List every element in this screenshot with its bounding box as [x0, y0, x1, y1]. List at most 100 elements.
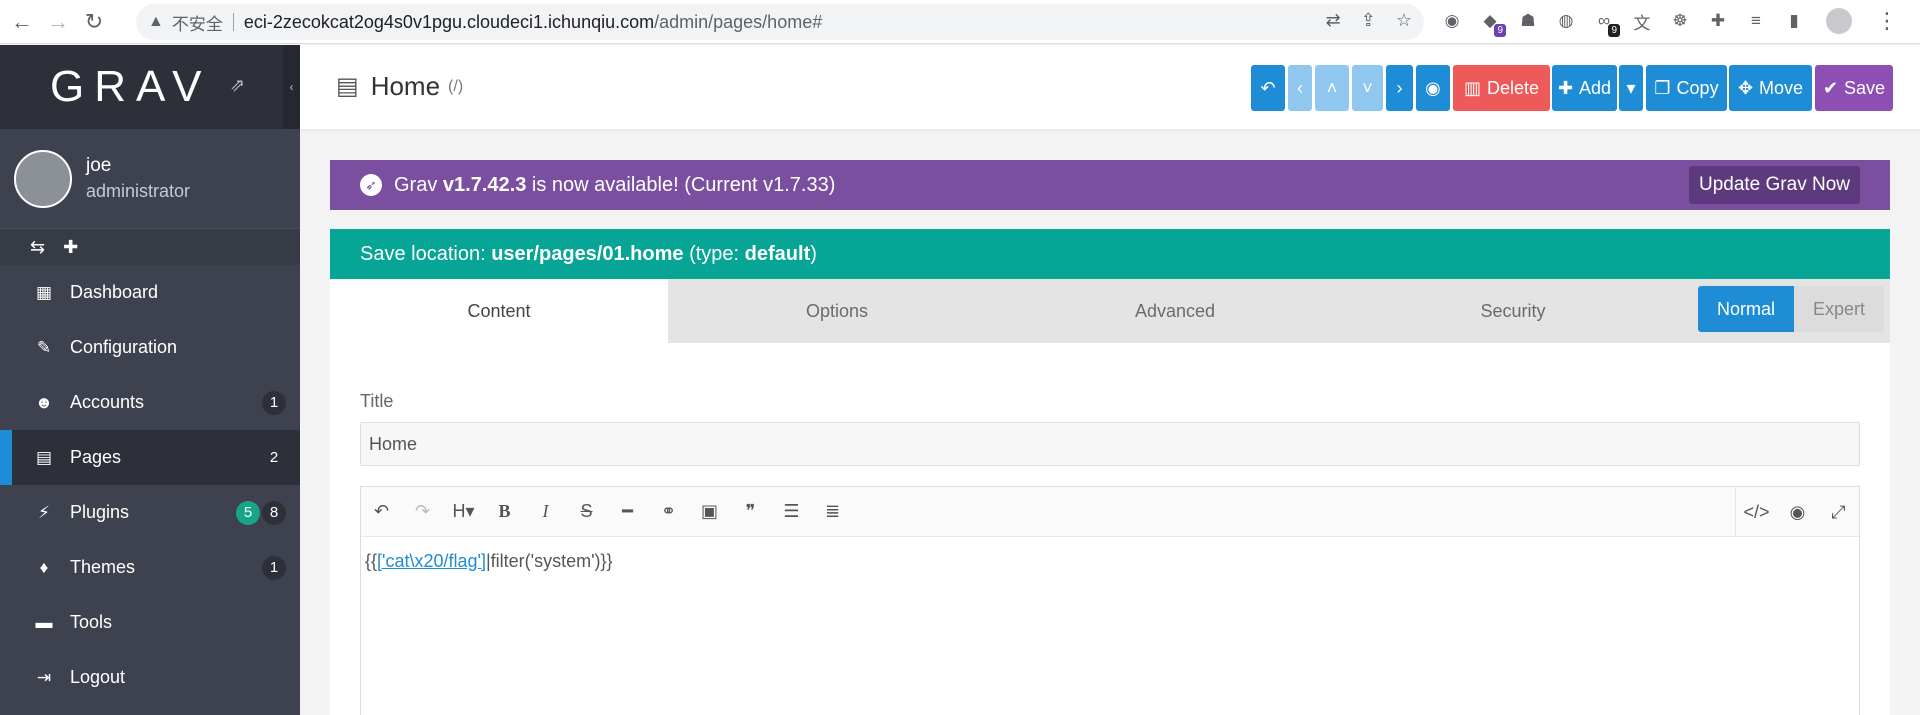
page-tabs: Content Options Advanced Security [330, 279, 1890, 343]
external-link-icon[interactable]: ⇗ [230, 75, 245, 96]
unordered-list-icon[interactable]: ☰ [771, 501, 812, 522]
grav-logo[interactable]: GRAV [50, 62, 211, 112]
editor-link[interactable]: ['cat\x20/flag'] [377, 551, 486, 571]
user-name: joe [86, 155, 112, 176]
back-icon[interactable]: ← [8, 8, 36, 36]
next-page-button[interactable]: › [1386, 65, 1413, 111]
plug-icon: ⚡ [38, 502, 50, 522]
redo-icon[interactable]: ↷ [402, 501, 443, 522]
code-icon[interactable]: </> [1736, 502, 1777, 523]
menu-icon[interactable]: ⋮ [1876, 8, 1898, 34]
update-suffix: is now available! (Current v1.7.33) [531, 173, 836, 196]
strikethrough-icon[interactable]: S [566, 501, 607, 522]
quick-actions: ⇆ ✚ [0, 229, 300, 265]
quote-icon[interactable]: ❞ [730, 501, 771, 522]
update-grav-button[interactable]: Update Grav Now [1688, 166, 1860, 204]
chevron-down-icon: ˅ [1362, 77, 1373, 98]
puzzle-icon[interactable]: ✚ [1706, 9, 1730, 33]
title-input[interactable]: Home [360, 422, 1860, 466]
star-icon[interactable]: ☆ [1396, 10, 1412, 31]
extension-link-icon[interactable]: ∞ 9 [1592, 9, 1620, 37]
sidebar-item-accounts[interactable]: ☻ Accounts 1 [0, 375, 300, 430]
translate-icon[interactable]: ⇄ [1326, 10, 1341, 31]
globe-icon[interactable]: ◉ [1440, 9, 1464, 33]
tab-security[interactable]: Security [1344, 279, 1682, 343]
insecure-label: 不安全 [171, 14, 223, 34]
sidebar-item-label: Logout [70, 667, 126, 687]
move-down-button[interactable]: ˅ [1352, 65, 1383, 111]
omnibox-icons: ⇄ ⇪ ☆ [1326, 10, 1412, 31]
collapse-sidebar-icon[interactable]: ‹ [283, 45, 300, 129]
sidebar-item-label: Accounts [70, 392, 145, 412]
rocket-icon: ➶ [360, 174, 382, 196]
markdown-editor[interactable]: ↶ ↷ H▾ B I S ━ ⚭ ▣ ❞ ☰ ≣ </> ◉ ⤢ {{['cat… [360, 486, 1860, 715]
sidebar-item-logout[interactable]: ⇥ Logout [0, 650, 300, 705]
bug-icon[interactable]: ☸ [1668, 9, 1692, 33]
add-button[interactable]: ✚ Add [1552, 65, 1617, 111]
heading-icon[interactable]: H▾ [443, 501, 484, 522]
ordered-list-icon[interactable]: ≣ [812, 501, 853, 522]
tab-content[interactable]: Content [330, 279, 668, 343]
sidepanel-icon[interactable]: ▮ [1782, 9, 1806, 33]
sidebar-item-tools[interactable]: ▬ Tools [0, 595, 300, 650]
extension-badge: 9 [1494, 24, 1506, 37]
sidebar-item-label: Tools [70, 612, 113, 632]
themes-count: 1 [262, 555, 286, 580]
expert-mode-button[interactable]: Expert [1794, 286, 1884, 332]
sidebar-item-plugins[interactable]: ⚡ Plugins 5 8 [0, 485, 300, 540]
sidebar-item-themes[interactable]: ♦ Themes 1 [0, 540, 300, 595]
reload-icon[interactable]: ↻ [80, 8, 108, 36]
preview-button[interactable]: ◉ [1416, 65, 1450, 111]
delete-label: Delete [1486, 77, 1540, 98]
image-icon[interactable]: ▣ [689, 501, 730, 522]
horizontal-rule-icon[interactable]: ━ [607, 501, 648, 522]
tint-icon: ♦ [39, 557, 49, 577]
user-info: joe administrator [86, 155, 190, 202]
save-button[interactable]: ✔ Save [1815, 65, 1893, 111]
save-location-label: Save location: [360, 242, 486, 265]
italic-icon[interactable]: I [525, 501, 566, 522]
back-button[interactable]: ↶ [1251, 65, 1285, 111]
page-title-text: Home [370, 71, 441, 101]
sidebar-item-pages[interactable]: ▤ Pages 2 [0, 430, 300, 485]
logo-row: GRAV ⇗ ‹ [0, 45, 300, 129]
fullscreen-icon[interactable]: ⤢ [1818, 502, 1859, 523]
chevron-left-icon: ‹ [1297, 77, 1303, 98]
copy-icon: ❐ [1654, 77, 1671, 98]
user-panel[interactable]: joe administrator [0, 129, 300, 229]
playlist-icon[interactable]: ≡ [1744, 9, 1768, 33]
move-up-button[interactable]: ˄ [1315, 65, 1349, 111]
undo-icon[interactable]: ↶ [361, 501, 402, 522]
delete-button[interactable]: ▥ Delete [1453, 65, 1550, 111]
address-bar[interactable]: ▲ 不安全 eci-2zecokcat2og4s0v1pgu.cloudeci1… [136, 4, 1424, 40]
extension-cube-icon[interactable]: ◆ 9 [1478, 9, 1506, 37]
copy-button[interactable]: ❐ Copy [1646, 65, 1727, 111]
editor-prefix: {{ [365, 551, 378, 571]
sidebar-item-label: Pages [70, 447, 122, 467]
sidebar-item-dashboard[interactable]: ▦ Dashboard [0, 265, 300, 320]
pages-count: 2 [269, 449, 279, 466]
previous-page-button[interactable]: ‹ [1288, 65, 1312, 111]
link-icon[interactable]: ⚭ [648, 501, 689, 522]
forward-icon[interactable]: → [44, 8, 72, 36]
extension-robot-icon[interactable]: ☗ [1516, 9, 1540, 33]
clear-cache-icon[interactable]: ⇆ [30, 237, 45, 258]
preview-eye-icon[interactable]: ◉ [1777, 502, 1818, 523]
quick-add-icon[interactable]: ✚ [63, 237, 78, 258]
translate-ext-icon[interactable]: 文 [1630, 9, 1654, 33]
extension-shield-icon[interactable]: ◍ [1554, 9, 1578, 33]
tab-advanced[interactable]: Advanced [1006, 279, 1344, 343]
save-location-type: default [744, 242, 811, 265]
bold-icon[interactable]: B [484, 501, 525, 522]
share-icon[interactable]: ⇪ [1361, 10, 1376, 31]
sidebar-item-configuration[interactable]: ✎ Configuration [0, 320, 300, 375]
extension-badge: 9 [1608, 24, 1620, 37]
sign-out-icon: ⇥ [36, 667, 52, 687]
url-path: /admin/pages/home# [654, 11, 823, 32]
add-dropdown-button[interactable]: ▾ [1619, 65, 1643, 111]
editor-content[interactable]: {{['cat\x20/flag']|filter('system')}} [365, 551, 1859, 572]
normal-mode-button[interactable]: Normal [1698, 286, 1794, 332]
profile-avatar[interactable] [1826, 8, 1852, 34]
tab-options[interactable]: Options [668, 279, 1006, 343]
move-button[interactable]: ✥ Move [1729, 65, 1812, 111]
